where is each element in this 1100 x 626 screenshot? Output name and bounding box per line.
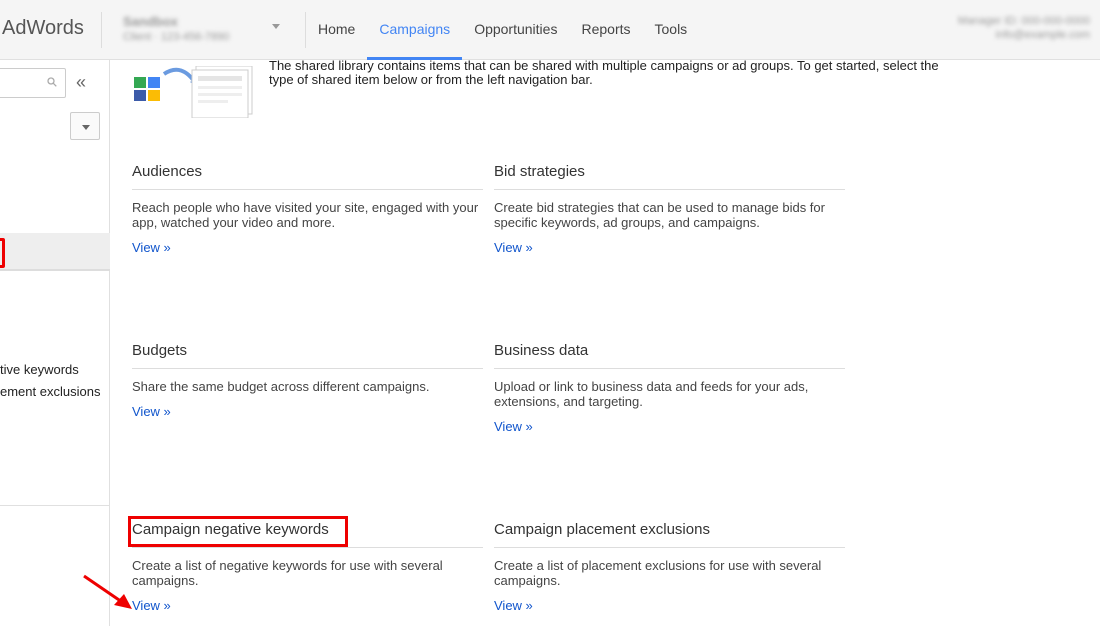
card-title: Business data xyxy=(494,339,845,369)
sidebar-search-input[interactable] xyxy=(0,68,66,98)
top-bar: AdWords Sandbox Client · 123-456-7890 Ho… xyxy=(0,0,1100,60)
main-nav: Home Campaigns Opportunities Reports Too… xyxy=(306,0,699,60)
card-description: Upload or link to business data and feed… xyxy=(494,379,809,409)
card-business-data: Business data Upload or link to business… xyxy=(494,339,845,436)
account-selector[interactable]: Sandbox Client · 123-456-7890 xyxy=(123,14,273,43)
intro-description: The shared library contains items that c… xyxy=(269,58,939,87)
business-data-view-link[interactable]: View » xyxy=(494,419,533,434)
account-dropdown-icon[interactable] xyxy=(272,24,280,29)
card-description: Share the same budget across different c… xyxy=(132,379,430,394)
nav-opportunities[interactable]: Opportunities xyxy=(462,0,569,60)
user-info[interactable]: Manager ID: 000-000-0000 info@example.co… xyxy=(958,14,1090,42)
nav-home[interactable]: Home xyxy=(306,0,367,60)
card-description: Create bid strategies that can be used t… xyxy=(494,200,825,230)
card-audiences: Audiences Reach people who have visited … xyxy=(132,160,483,257)
collapse-sidebar-icon[interactable]: « xyxy=(76,72,86,93)
sidebar-item-shared-library[interactable] xyxy=(0,233,110,271)
card-description: Create a list of placement exclusions fo… xyxy=(494,558,822,588)
annotation-arrow-icon xyxy=(83,574,132,609)
account-id: Client · 123-456-7890 xyxy=(123,31,230,43)
card-title: Campaign placement exclusions xyxy=(494,518,845,548)
account-name: Sandbox xyxy=(123,14,178,29)
left-sidebar: « tive keywords ement exclusions xyxy=(0,60,110,626)
divider xyxy=(0,505,110,506)
sidebar-item-negative-keywords[interactable]: tive keywords xyxy=(0,362,79,377)
sidebar-dropdown-button[interactable] xyxy=(70,112,100,140)
nav-reports[interactable]: Reports xyxy=(569,0,642,60)
card-title: Budgets xyxy=(132,339,483,369)
annotation-highlight-box xyxy=(128,516,348,547)
placement-exclusions-view-link[interactable]: View » xyxy=(494,598,533,613)
card-bid-strategies: Bid strategies Create bid strategies tha… xyxy=(494,160,845,257)
card-budgets: Budgets Share the same budget across dif… xyxy=(132,339,483,421)
bid-strategies-view-link[interactable]: View » xyxy=(494,240,533,255)
divider xyxy=(101,12,102,48)
shared-library-illustration xyxy=(134,66,253,118)
card-description: Reach people who have visited your site,… xyxy=(132,200,479,230)
audiences-view-link[interactable]: View » xyxy=(132,240,171,255)
search-icon[interactable] xyxy=(47,77,57,87)
sidebar-item-placement-exclusions[interactable]: ement exclusions xyxy=(0,384,100,399)
card-description: Create a list of negative keywords for u… xyxy=(132,558,443,588)
user-email: info@example.com xyxy=(995,29,1090,41)
card-title: Audiences xyxy=(132,160,483,190)
nav-tools[interactable]: Tools xyxy=(643,0,700,60)
card-title: Bid strategies xyxy=(494,160,845,190)
adwords-logo[interactable]: AdWords xyxy=(2,17,84,40)
manager-id: Manager ID: 000-000-0000 xyxy=(957,15,1090,27)
annotation-highlight xyxy=(0,238,5,268)
nav-campaigns[interactable]: Campaigns xyxy=(367,0,463,60)
budgets-view-link[interactable]: View » xyxy=(132,404,171,419)
card-campaign-placement-exclusions: Campaign placement exclusions Create a l… xyxy=(494,518,845,615)
